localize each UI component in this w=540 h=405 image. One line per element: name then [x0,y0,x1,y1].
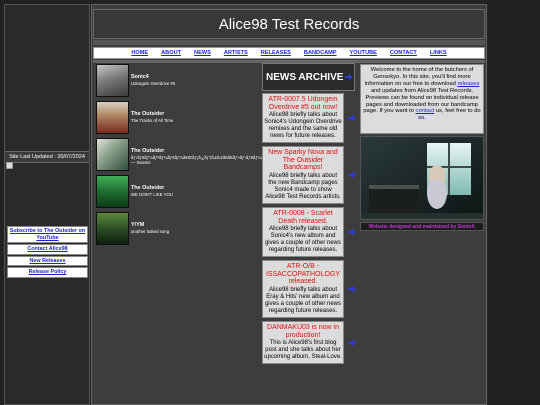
welcome-text: Welcome to the home of the butchers of G… [363,67,481,122]
new-releases-link[interactable]: New Releases [7,255,88,266]
release-item[interactable]: Y/YM another baked song [94,212,259,247]
release-title: Udongein Overdrive #5 [131,81,176,86]
featured-artwork [360,136,484,220]
news-title[interactable]: New Sparky Nova and The Outsider Bandcam… [264,149,342,172]
news-body: Alice98 briefly talks about Eray & Hits'… [264,286,342,314]
page-title: Alice98 Test Records [218,15,360,33]
release-item[interactable]: The Outsider WE DON'T LIKE YOU [94,175,259,210]
release-cover[interactable] [96,175,129,208]
release-title: WE DON'T LIKE YOU [131,192,173,197]
nav-news[interactable]: NEWS [194,50,211,56]
site-last-updated: Site Last Updated : 30/07/2024 [5,151,89,163]
news-body: This is Alice98's first blog post and sh… [264,340,342,361]
sidebar-links: Subscribe to The Outsider on YouTube Con… [7,226,88,279]
nav-releases[interactable]: RELEASES [261,50,291,56]
nav-home[interactable]: HOME [131,50,148,56]
nav-bandcamp[interactable]: BANDCAMP [304,50,337,56]
release-item[interactable]: The Outsider The Tracks of All Time [94,101,259,136]
news-archive-header[interactable]: NEWS ARCHIVE [262,63,355,91]
title-divider [93,40,485,45]
news-archive-title[interactable]: NEWS ARCHIVE [266,72,343,83]
nav-artists[interactable]: ARTISTS [224,50,248,56]
title-bar: Alice98 Test Records [93,9,485,39]
release-title: The Tracks of All Time [131,118,174,123]
release-cover[interactable] [96,138,129,171]
subscribe-youtube-link[interactable]: Subscribe to The Outsider on YouTube [7,226,88,243]
arrow-right-icon[interactable] [348,339,356,346]
contact-alice98-link[interactable]: Contact Alice98 [7,244,88,255]
release-artist: Y/YM [131,222,145,228]
news-item: ATR-O/B - ISSACCOPATHOLOGY released. Ali… [262,260,356,318]
nav-youtube[interactable]: YOUTUBE [350,50,377,56]
news-item: ATR-0007.5 Udongein Overdrive #5 out now… [262,93,356,144]
nav-bar: HOME ABOUT NEWS ARTISTS RELEASES BANDCAM… [93,47,485,59]
release-item[interactable]: Sonic4 Udongein Overdrive #5 [94,64,259,99]
release-artist: The Outsider [131,111,165,117]
release-title: another baked song [131,229,169,234]
news-item: DANMAKU03 is now in production! This is … [262,320,356,365]
news-title[interactable]: ATR-0008 - Scarlet Death released. [264,210,342,225]
welcome-panel: Welcome to the home of the butchers of G… [360,64,484,134]
news-title[interactable]: ATR-0007.5 Udongein Overdrive #5 out now… [264,96,342,111]
release-cover[interactable] [96,212,129,245]
nav-about[interactable]: ABOUT [161,50,181,56]
arrow-right-icon[interactable] [348,115,356,122]
news-item: ATR-0008 - Scarlet Death released. Alice… [262,206,356,258]
arrow-right-icon[interactable] [348,286,356,293]
left-column [4,4,90,405]
site-credit: Website designed and maintained by Sonic… [360,222,484,231]
releases-link[interactable]: releases [457,81,479,87]
release-policy-link[interactable]: Release Policy [7,267,88,278]
news-title[interactable]: ATR-O/B - ISSACCOPATHOLOGY released. [264,263,342,286]
arrow-right-icon[interactable] [348,229,356,236]
releases-list: Sonic4 Udongein Overdrive #5 The Outside… [94,64,278,249]
release-cover[interactable] [96,64,129,97]
news-title[interactable]: DANMAKU03 is now in production! [264,324,342,339]
release-artist: Sonic4 [131,74,149,80]
arrow-right-icon[interactable] [345,74,354,80]
release-cover[interactable] [96,101,129,134]
nav-contact[interactable]: CONTACT [390,50,417,56]
news-item: New Sparky Nova and The Outsider Bandcam… [262,146,356,204]
arrow-right-icon[interactable] [348,172,356,179]
broken-image-icon [6,162,13,169]
release-title: ãƒ‹ãƒ¥ãƒ¼ãƒªãƒ¼ãƒ€ãƒ¼ã€Œãƒ¡ã‚¿ãƒ‡ã‚£ã‚¢ã… [131,155,278,166]
news-list: ATR-0007.5 Udongein Overdrive #5 out now… [262,93,356,367]
news-body: Alice98 briefly talks about Sonic4's new… [264,226,342,254]
release-item[interactable]: The Outsider ãƒ‹ãƒ¥ãƒ¼ãƒªãƒ¼ãƒ€ãƒ¼ã€Œãƒ¡… [94,138,278,173]
artwork-illustration [361,137,483,219]
release-artist: The Outsider [131,185,165,191]
nav-links[interactable]: LINKS [430,50,447,56]
news-body: Alice98 briefly talks about Sonic4's Udo… [264,112,342,140]
news-body: Alice98 briefly talks about the new Band… [265,172,341,200]
contact-link[interactable]: contact [416,108,435,114]
release-artist: The Outsider [131,148,165,154]
